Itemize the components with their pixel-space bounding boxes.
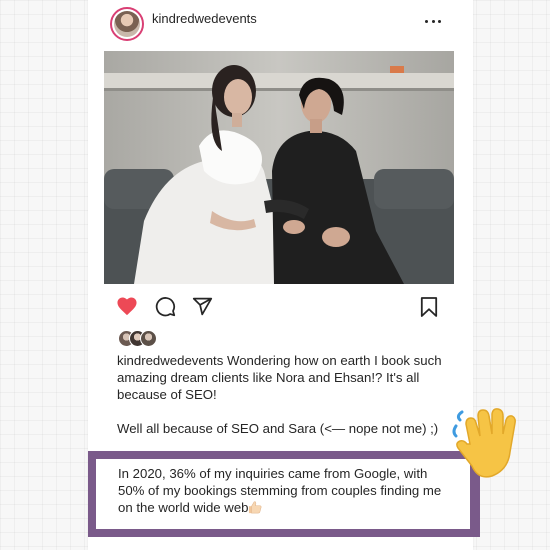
avatar [140,330,157,347]
highlight-callout: In 2020, 36% of my inquiries came from G… [88,451,480,537]
avatar-image [114,11,140,37]
comment-icon[interactable] [155,296,176,317]
caption-username[interactable]: kindredwedevents [117,353,223,368]
profile-avatar[interactable] [110,7,144,41]
liked-by-avatars[interactable] [118,330,162,347]
post-username[interactable]: kindredwedevents [152,11,257,26]
post-caption: kindredwedevents Wondering how on earth … [117,352,452,437]
waving-hand-emoji-icon [452,408,516,478]
highlight-text: In 2020, 36% of my inquiries came from G… [118,466,442,515]
heart-icon[interactable] [116,296,138,316]
bookmark-icon[interactable] [420,296,438,318]
couple-photo [104,51,454,284]
highlight-box: In 2020, 36% of my inquiries came from G… [96,459,470,529]
more-options-icon[interactable] [425,18,441,24]
caption-paragraph-2: Well all because of SEO and Sara (<— nop… [117,421,439,436]
thumbs-up-emoji-icon [249,501,262,514]
post-photo[interactable] [104,51,454,284]
paper-plane-icon[interactable] [192,296,213,317]
